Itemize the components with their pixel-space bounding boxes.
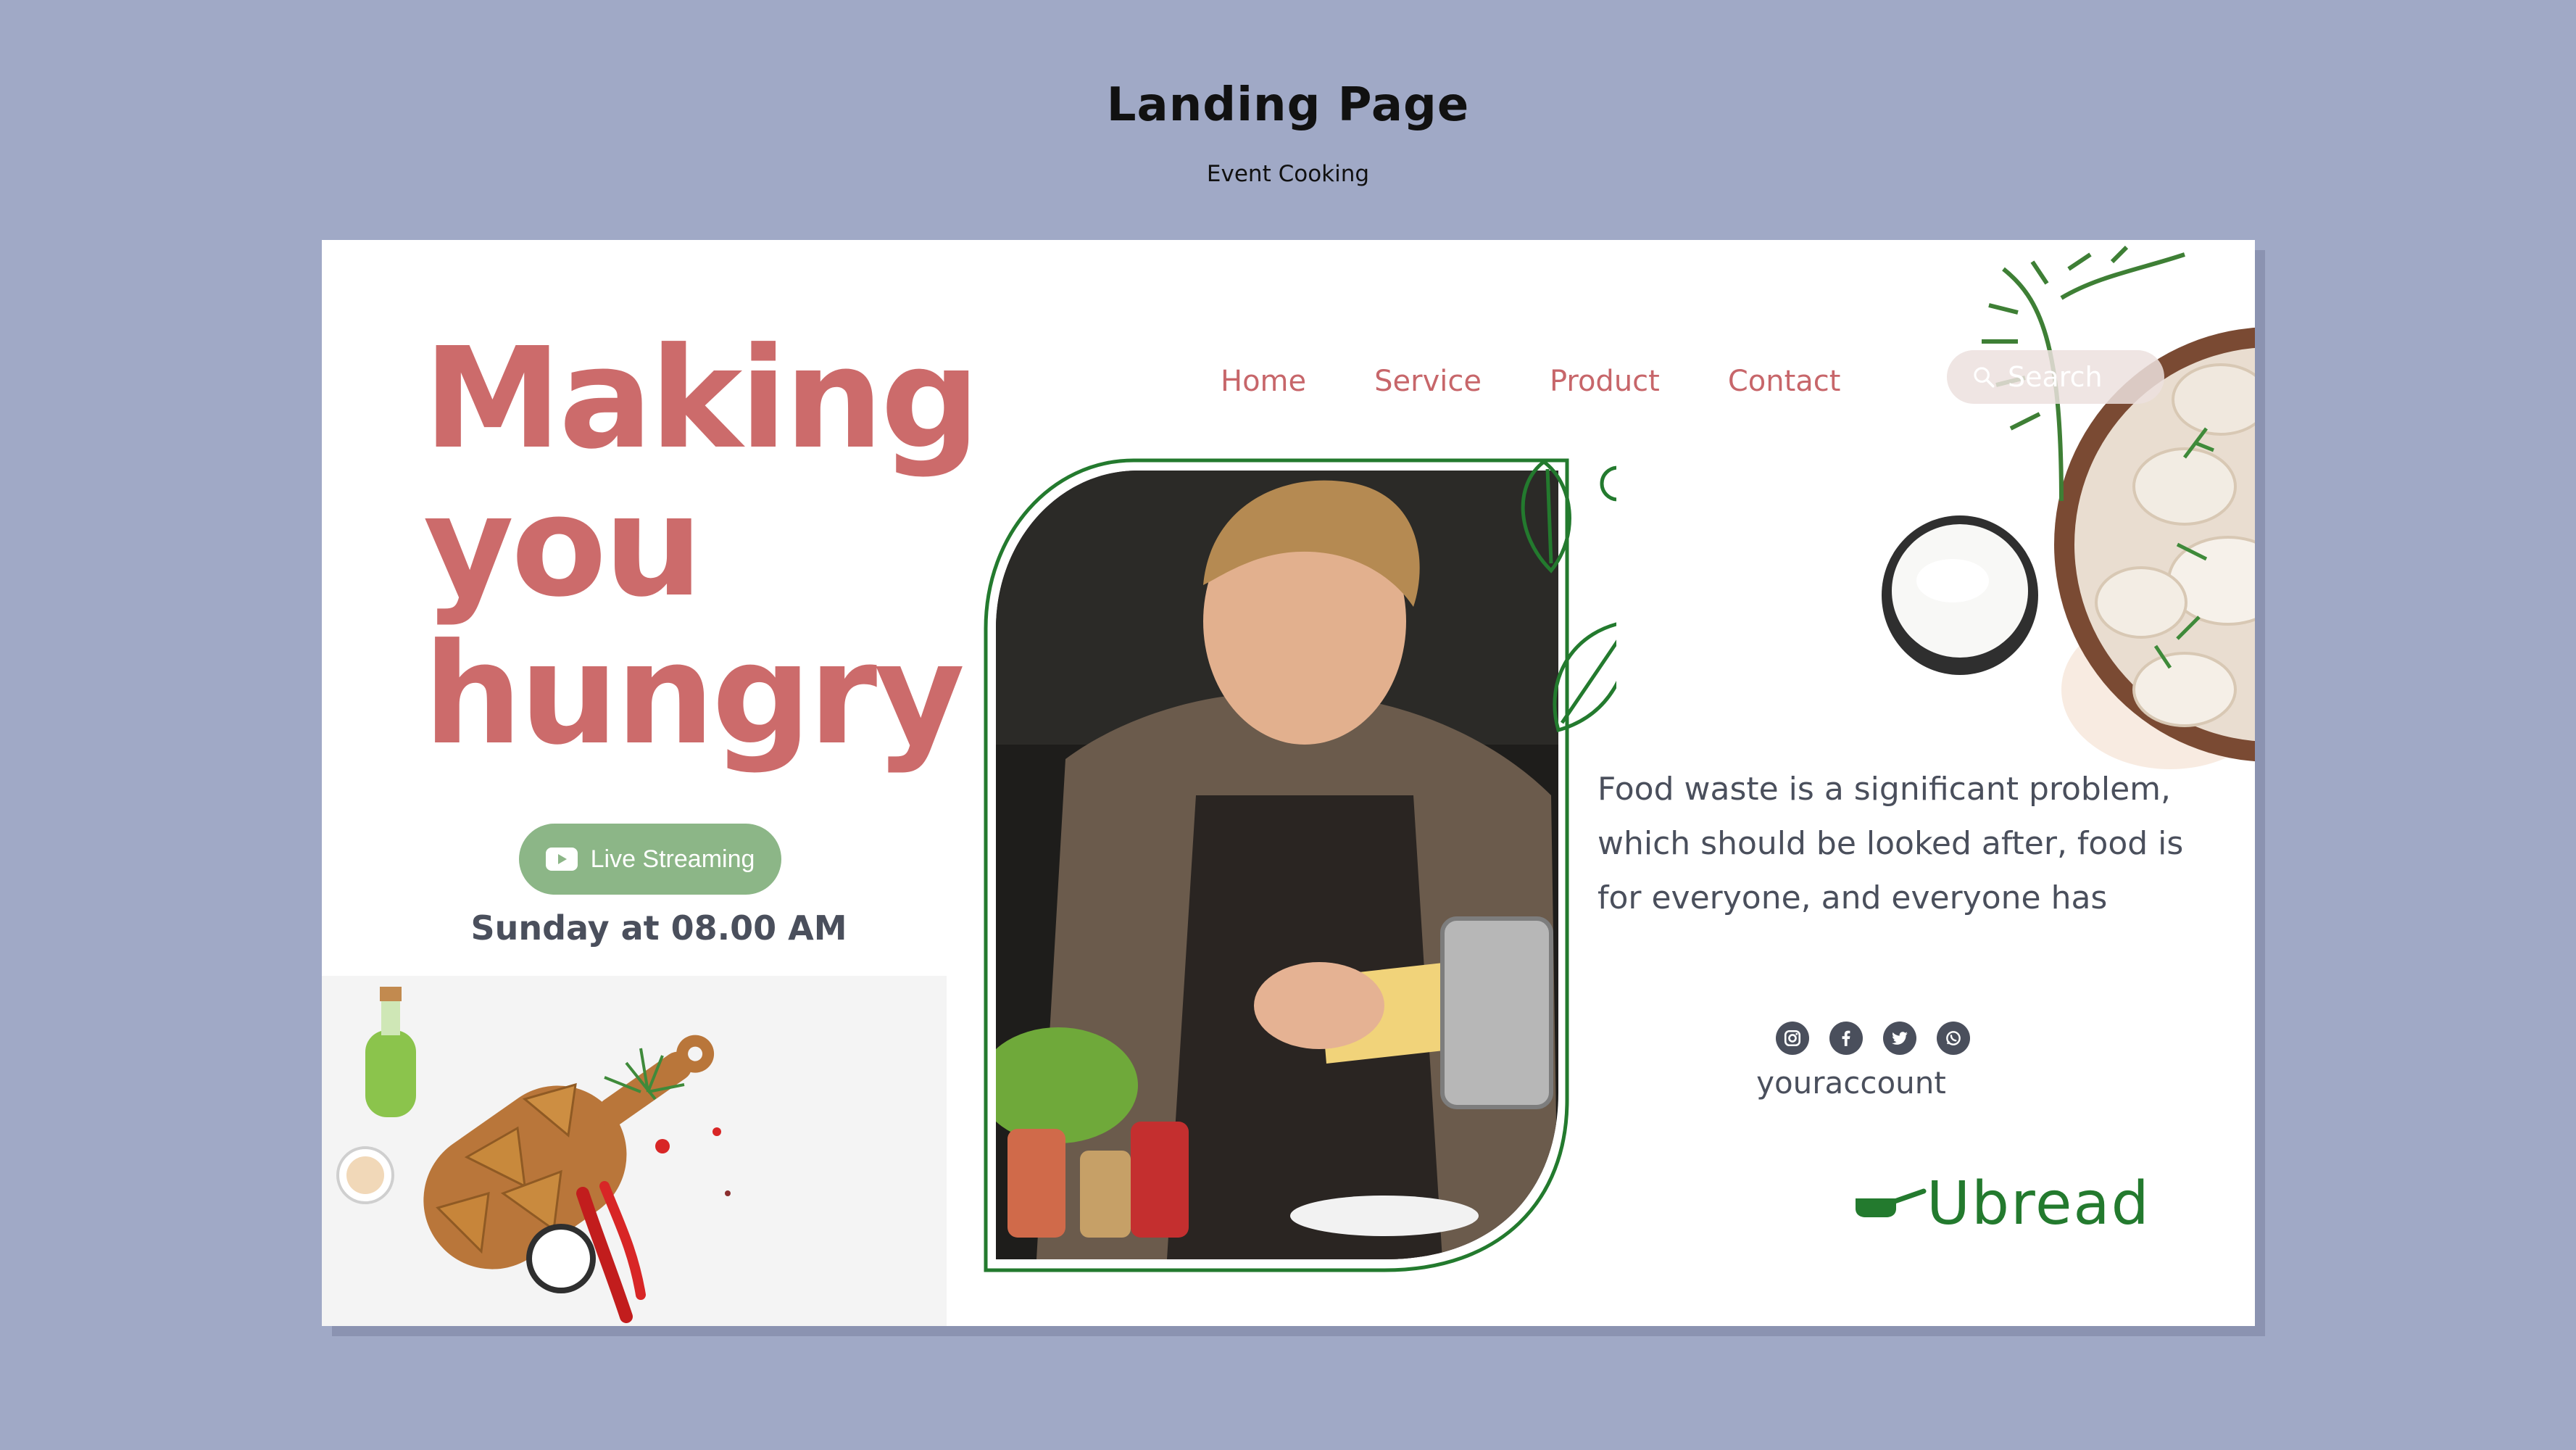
whatsapp-icon[interactable] [1937, 1022, 1970, 1055]
hero-line-1: Making [423, 318, 980, 480]
live-streaming-button[interactable]: Live Streaming [519, 824, 781, 895]
description-text: Food waste is a significant problem, whi… [1597, 771, 2184, 916]
youtube-icon [545, 848, 578, 871]
food-board-image [322, 976, 947, 1326]
landing-card: Home Service Product Contact Making you … [322, 240, 2255, 1326]
nav-service[interactable]: Service [1374, 365, 1482, 398]
brand-name: Ubread [1927, 1169, 2151, 1238]
search-box[interactable] [1947, 350, 2164, 404]
social-account-handle: youraccount [1756, 1065, 1946, 1101]
nav-home[interactable]: Home [1221, 365, 1306, 398]
brand-logo: Ubread [1851, 1169, 2151, 1238]
page-title: Landing Page [1106, 78, 1470, 132]
instagram-icon[interactable] [1776, 1022, 1809, 1055]
pan-icon [1856, 1188, 1927, 1217]
hero-line-3: hungry [423, 614, 965, 776]
nav-product[interactable]: Product [1550, 365, 1660, 398]
nav-contact[interactable]: Contact [1728, 365, 1841, 398]
twitter-icon[interactable] [1883, 1022, 1916, 1055]
page-subtitle: Event Cooking [1206, 161, 1370, 187]
social-links [1776, 1022, 1990, 1055]
facebook-icon[interactable] [1829, 1022, 1863, 1055]
event-schedule: Sunday at 08.00 AM [470, 908, 847, 948]
chef-photo [984, 458, 1616, 1272]
hero-line-2: you [423, 466, 703, 628]
search-icon [1974, 367, 1995, 388]
live-streaming-label: Live Streaming [590, 845, 755, 873]
search-input[interactable] [2006, 360, 2154, 394]
food-board-illustration [322, 976, 947, 1326]
hero-headline: Making you hungry [423, 318, 980, 776]
main-nav: Home Service Product Contact [1221, 356, 1908, 407]
